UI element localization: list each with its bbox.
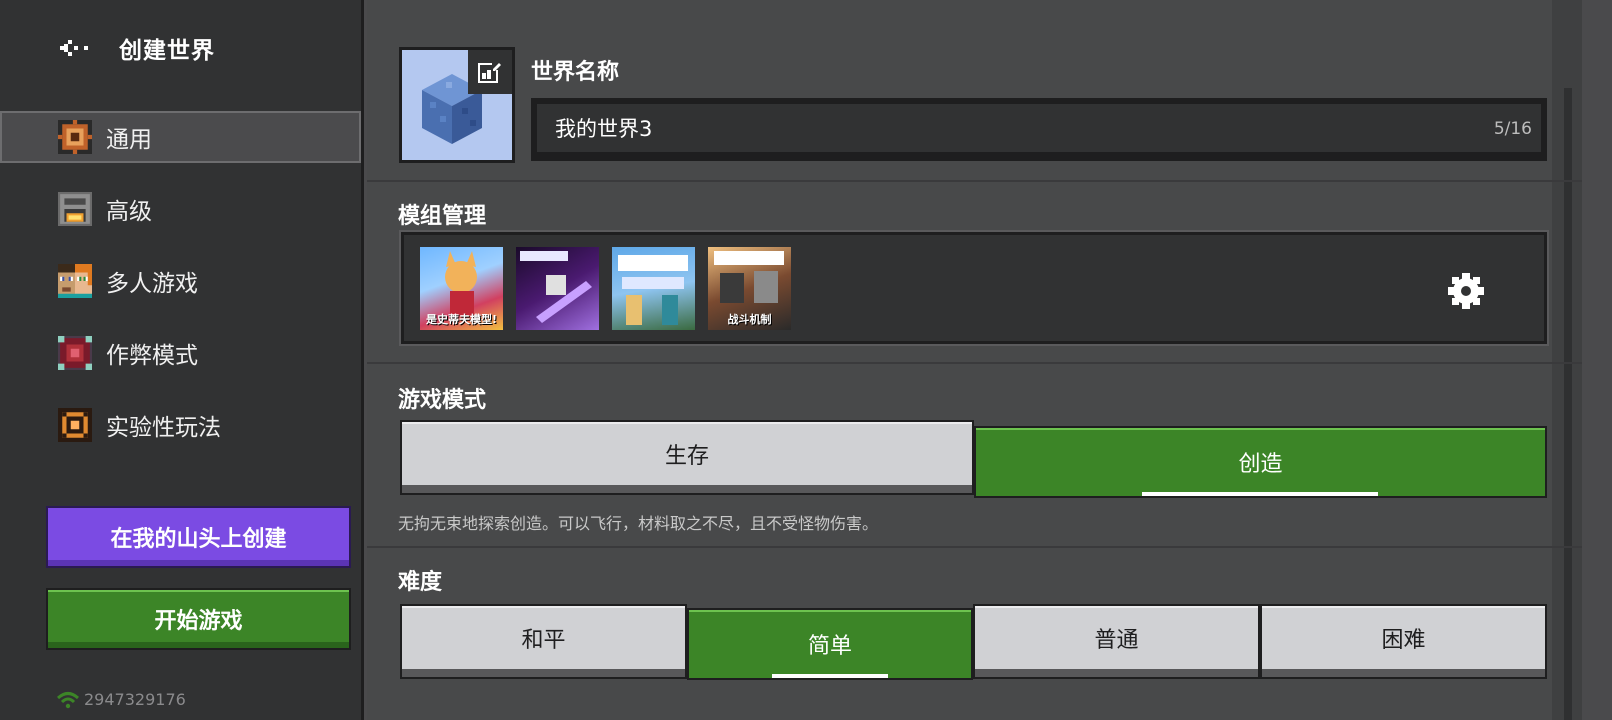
difficulty-easy-button[interactable]: 简单 — [687, 608, 973, 680]
sidebar-item-label: 高级 — [106, 199, 152, 225]
back-button[interactable] — [58, 30, 98, 66]
difficulty-peaceful-label: 和平 — [521, 627, 566, 653]
selected-indicator — [772, 674, 888, 678]
mod-thumbnail-3[interactable] — [612, 247, 695, 330]
char-counter: 5/16 — [1493, 119, 1532, 139]
difficulty-hard-button[interactable]: 困难 — [1260, 604, 1547, 679]
sidebar-item-multiplayer[interactable]: 多人游戏 — [0, 255, 364, 307]
mod-art — [520, 251, 592, 323]
network-status: 2947329176 — [56, 690, 186, 709]
user-id: 2947329176 — [84, 690, 186, 709]
gear-icon — [1448, 273, 1484, 309]
mods-title: 模组管理 — [398, 204, 487, 229]
experimental-icon — [58, 408, 92, 442]
steve-alex-icon — [58, 264, 92, 298]
edit-image-icon — [478, 61, 501, 83]
sidebar-item-label: 通用 — [106, 127, 152, 153]
wifi-icon — [56, 691, 80, 708]
edit-world-icon-button[interactable] — [468, 50, 512, 94]
page-title: 创建世界 — [119, 38, 215, 64]
sidebar-item-general[interactable]: 通用 — [0, 111, 361, 163]
game-mode-survival-label: 生存 — [664, 443, 709, 469]
world-icon[interactable] — [399, 47, 515, 163]
sidebar-item-label: 作弊模式 — [106, 343, 198, 369]
start-game-button[interactable]: 开始游戏 — [46, 588, 351, 650]
mod-thumbnail-1[interactable]: 是史蒂夫模型! — [420, 247, 503, 330]
sidebar-item-label: 多人游戏 — [106, 271, 198, 297]
scrollbar-thumb[interactable] — [1564, 88, 1572, 720]
mod-caption: 是史蒂夫模型! — [425, 313, 498, 326]
selected-indicator — [1142, 492, 1378, 496]
difficulty-title: 难度 — [398, 570, 443, 595]
furnace-icon — [58, 192, 92, 226]
difficulty-normal-label: 普通 — [1094, 627, 1139, 653]
mod-settings-button[interactable] — [1446, 271, 1486, 311]
game-mode-title: 游戏模式 — [398, 388, 487, 413]
sidebar-item-advanced[interactable]: 高级 — [0, 183, 364, 235]
mods-panel: 是史蒂夫模型! 战斗机制 — [401, 232, 1547, 344]
sidebar-item-label: 实验性玩法 — [106, 415, 221, 441]
sidebar-item-experimental[interactable]: 实验性玩法 — [0, 399, 364, 451]
world-name-value[interactable]: 我的世界3 — [555, 113, 652, 143]
difficulty-normal-button[interactable]: 普通 — [973, 604, 1260, 679]
mod-art — [618, 255, 688, 325]
game-mode-description: 无拘无束地探索创造。可以飞行，材料取之不尽，且不受怪物伤害。 — [398, 514, 879, 533]
mod-thumbnail-2[interactable] — [516, 247, 599, 330]
game-mode-creative-label: 创造 — [1238, 452, 1283, 477]
mod-caption: 战斗机制 — [727, 313, 772, 326]
general-settings-icon — [58, 120, 92, 154]
command-block-icon — [58, 336, 92, 370]
sidebar: 创建世界 通用 高级 多人游戏 作弊模式 实验性玩法 在我的山头上创建 开始游戏… — [0, 0, 364, 720]
world-name-label: 世界名称 — [531, 60, 620, 85]
game-mode-creative-button[interactable]: 创造 — [974, 426, 1547, 498]
header: 创建世界 — [58, 30, 215, 66]
back-arrow-icon — [60, 40, 88, 56]
difficulty-peaceful-button[interactable]: 和平 — [400, 604, 687, 679]
mod-thumbnail-4[interactable]: 战斗机制 — [708, 247, 791, 330]
create-on-realm-button[interactable]: 在我的山头上创建 — [46, 506, 351, 568]
section-divider — [367, 546, 1582, 548]
sidebar-nav: 通用 高级 多人游戏 作弊模式 实验性玩法 — [0, 111, 364, 471]
difficulty-hard-label: 困难 — [1381, 627, 1426, 653]
difficulty-easy-label: 简单 — [807, 634, 852, 659]
scrollbar[interactable] — [1552, 0, 1582, 720]
game-mode-survival-button[interactable]: 生存 — [400, 420, 974, 495]
section-divider — [367, 180, 1582, 182]
world-name-input[interactable]: 我的世界3 5/16 — [531, 98, 1547, 161]
section-divider — [367, 362, 1582, 364]
sidebar-item-cheats[interactable]: 作弊模式 — [0, 327, 364, 379]
